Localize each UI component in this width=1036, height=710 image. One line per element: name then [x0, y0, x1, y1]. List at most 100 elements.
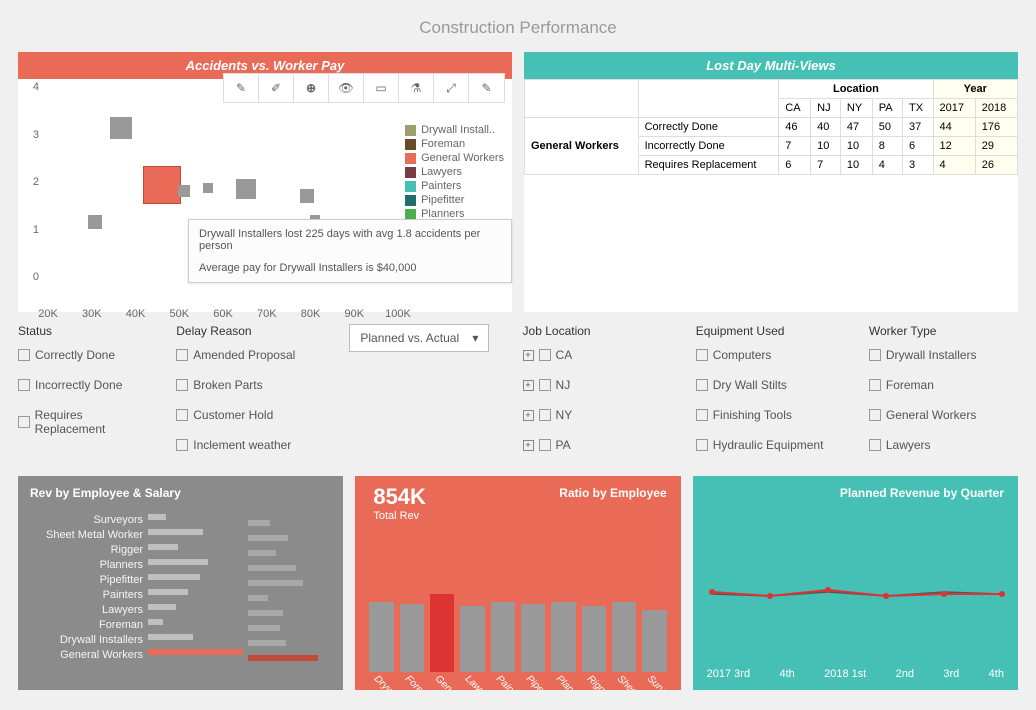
col-header: 2018 [975, 99, 1017, 118]
rev-row: General Workers [18, 647, 343, 662]
pencil-icon[interactable]: ✎ [224, 74, 259, 102]
checkbox-icon [18, 349, 30, 361]
legend-item[interactable]: Drywall Install.. [405, 124, 504, 136]
checkbox-icon [176, 439, 188, 451]
rev-row: Rigger [18, 542, 343, 557]
filter-checkbox[interactable]: Requires Replacement [18, 408, 152, 436]
filter-head: Job Location [523, 324, 672, 338]
rev-label: Surveyors [18, 514, 148, 526]
expand-icon[interactable]: ⤢ [434, 74, 469, 102]
ratio-bar: Drywall Installers [369, 602, 393, 672]
rev-row: Sheet Metal Worker [18, 527, 343, 542]
ratio-panel: 854K Total Rev Ratio by Employee Drywall… [355, 476, 680, 690]
planned-actual-dropdown[interactable]: Planned vs. Actual ▾ [349, 324, 489, 352]
filter-worker: Worker Type Drywall Installers Foreman Gen… [869, 324, 1018, 468]
filter-checkbox[interactable]: Drywall Installers [869, 348, 1018, 362]
expand-icon[interactable]: + [523, 410, 534, 421]
rev-row: Planners [18, 557, 343, 572]
filter-checkbox[interactable]: Correctly Done [18, 348, 152, 362]
ratio-bar-chart[interactable]: Drywall Installers Foreman General Worke… [369, 592, 666, 672]
rev-by-employee-panel: Rev by Employee & Salary Surveyors Sheet… [18, 476, 343, 690]
row-label: Incorrectly Done [638, 137, 779, 156]
planned-rev-line-chart[interactable] [707, 536, 1007, 636]
text-box-icon[interactable]: ▭ [364, 74, 399, 102]
table-cell: 50 [872, 118, 902, 137]
filter-checkbox[interactable]: Incorrectly Done [18, 378, 152, 392]
col-group-location: Location [779, 80, 933, 99]
zoom-in-icon[interactable]: ⊕ [294, 74, 329, 102]
rev-bar-chart[interactable]: Surveyors Sheet Metal Worker Rigger Plan… [18, 512, 343, 662]
x-tick: 80K [301, 308, 321, 320]
col-header: PA [872, 99, 902, 118]
checkbox-icon [869, 409, 881, 421]
eye-off-icon[interactable]: 👁 [329, 74, 364, 102]
total-rev-value: 854K [373, 484, 426, 510]
legend-swatch [405, 153, 416, 164]
flask-icon[interactable]: ⚗ [399, 74, 434, 102]
legend-swatch [405, 181, 416, 192]
checkbox-icon [176, 409, 188, 421]
x-tick: 60K [213, 308, 233, 320]
filter-checkbox[interactable]: Inclement weather [176, 438, 325, 452]
checkbox-icon [18, 379, 30, 391]
checkbox-icon [696, 439, 708, 451]
checkbox-icon [18, 416, 30, 428]
table-cell: 176 [975, 118, 1017, 137]
legend-item[interactable]: General Workers [405, 152, 504, 164]
rev-label: Foreman [18, 619, 148, 631]
legend-item[interactable]: Foreman [405, 138, 504, 150]
rev-label: Sheet Metal Worker [18, 529, 148, 541]
filter-checkbox[interactable]: Foreman [869, 378, 1018, 392]
table-cell: 26 [975, 156, 1017, 175]
filter-checkbox[interactable]: +NJ [523, 378, 672, 392]
checkbox-icon [176, 379, 188, 391]
checkbox-label: Lawyers [886, 438, 931, 452]
table-cell: 10 [840, 137, 872, 156]
rev-label: General Workers [18, 649, 148, 661]
brush-icon[interactable]: ✐ [259, 74, 294, 102]
col-header: NY [840, 99, 872, 118]
filter-checkbox[interactable]: Lawyers [869, 438, 1018, 452]
checkbox-icon [176, 349, 188, 361]
filter-checkbox[interactable]: Dry Wall Stilts [696, 378, 845, 392]
filter-delay: Delay Reason Amended ProposalBroken Part… [176, 324, 325, 468]
ratio-bar: Foreman [400, 604, 424, 672]
col-header: CA [779, 99, 811, 118]
expand-icon[interactable]: + [523, 440, 534, 451]
filter-checkbox[interactable]: Amended Proposal [176, 348, 325, 362]
filter-checkbox[interactable]: Customer Hold [176, 408, 325, 422]
y-tick: 3 [33, 129, 39, 141]
filter-head: Worker Type [869, 324, 1018, 338]
filter-checkbox[interactable]: Hydraulic Equipment [696, 438, 845, 452]
table-cell: 7 [811, 156, 841, 175]
table-cell: 44 [933, 118, 975, 137]
filter-checkbox[interactable]: Computers [696, 348, 845, 362]
expand-icon[interactable]: + [523, 350, 534, 361]
checkbox-label: CA [556, 348, 573, 362]
checkbox-icon [869, 379, 881, 391]
legend-swatch [405, 139, 416, 150]
y-tick: 0 [33, 271, 39, 283]
x-tick: 2018 1st [824, 668, 866, 680]
rev-row: Drywall Installers [18, 632, 343, 647]
checkbox-label: Customer Hold [193, 408, 273, 422]
rev-row: Lawyers [18, 602, 343, 617]
legend-item[interactable]: Painters [405, 180, 504, 192]
filter-checkbox[interactable]: +PA [523, 438, 672, 452]
filter-checkbox[interactable]: General Workers [869, 408, 1018, 422]
legend-label: Painters [421, 180, 461, 192]
ratio-bar: Sheet Metal W.. [612, 602, 636, 672]
pencil-icon[interactable]: ✎ [469, 74, 504, 102]
legend-swatch [405, 195, 416, 206]
checkbox-label: Hydraulic Equipment [713, 438, 824, 452]
expand-icon[interactable]: + [523, 380, 534, 391]
legend-item[interactable]: Pipefitter [405, 194, 504, 206]
y-tick: 4 [33, 81, 39, 93]
filter-checkbox[interactable]: Finishing Tools [696, 408, 845, 422]
filter-status: Status Correctly DoneIncorrectly DoneReq… [18, 324, 152, 468]
filter-checkbox[interactable]: +NY [523, 408, 672, 422]
filter-checkbox[interactable]: Broken Parts [176, 378, 325, 392]
legend-item[interactable]: Lawyers [405, 166, 504, 178]
table-cell: 4 [872, 156, 902, 175]
filter-checkbox[interactable]: + CA [523, 348, 672, 362]
